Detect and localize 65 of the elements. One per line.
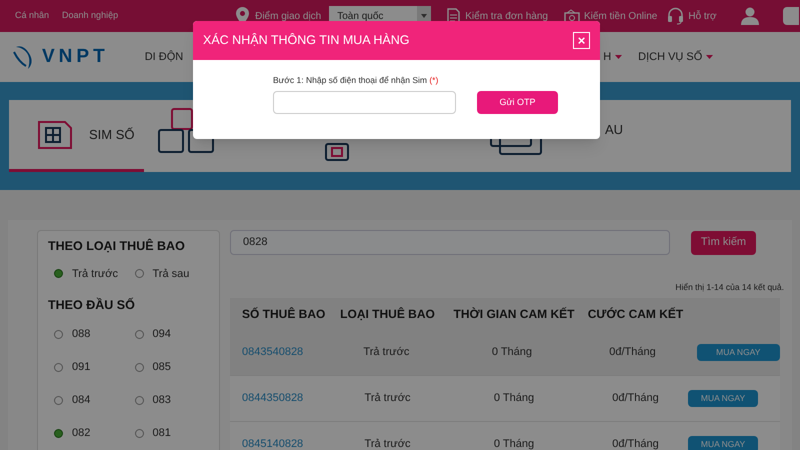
- earn-online-link[interactable]: Kiếm tiền Online: [584, 8, 658, 24]
- radio-option[interactable]: 081: [128, 416, 209, 450]
- column-header: THỜI GIAN CAM KẾT: [452, 306, 576, 323]
- table-cell-text: 0 Tháng: [492, 391, 536, 406]
- phone-number-link[interactable]: 0844350828: [230, 390, 330, 406]
- radio-button[interactable]: [54, 362, 63, 372]
- radio-option[interactable]: 084: [48, 384, 128, 416]
- table-cell-text: Trả trước: [362, 345, 410, 360]
- search-button[interactable]: Tìm kiếm: [691, 230, 756, 254]
- result-count: Hiển thị 1-14 của 14 kết quả.: [674, 281, 784, 294]
- radio-option[interactable]: 085: [128, 350, 209, 384]
- table-cell-text: Trả trước: [364, 391, 412, 406]
- sim-chip-icon: [324, 142, 350, 162]
- radio-button[interactable]: [134, 330, 144, 338]
- table-cell-text: 0đ/Tháng: [611, 437, 660, 450]
- table-cell-text: 0 Tháng: [490, 345, 534, 360]
- sim-card-icon: [37, 120, 73, 150]
- top-link[interactable]: Doanh nghiệp: [62, 9, 118, 23]
- caret-icon: [421, 14, 428, 18]
- table-cell-text: 0đ/Tháng: [608, 345, 657, 360]
- nav-item[interactable]: H: [603, 48, 622, 66]
- radio-option[interactable]: 094: [128, 318, 209, 350]
- filter-heading: THEO LOẠI THUÊ BAO: [48, 238, 186, 255]
- radio-option[interactable]: 082: [48, 416, 128, 450]
- nav-item[interactable]: DỊCH VỤ SỐ: [638, 48, 714, 66]
- radio-button[interactable]: [54, 330, 63, 338]
- radio-button[interactable]: [54, 396, 63, 404]
- table-cell-text: Trả trước: [364, 437, 412, 450]
- store-locator-link[interactable]: Điểm giao dịch: [255, 8, 322, 24]
- column-header: SỐ THUÊ BAO: [241, 306, 326, 323]
- filter-heading: THEO ĐẦU SỐ: [48, 296, 136, 314]
- column-header: CƯỚC CAM KẾT: [586, 306, 684, 323]
- send-otp-button[interactable]: Gửi OTP: [477, 91, 558, 114]
- radio-option[interactable]: Trả sau: [128, 264, 209, 284]
- close-button[interactable]: ×: [573, 32, 590, 49]
- order-check-link[interactable]: Kiểm tra đơn hàng: [465, 8, 548, 24]
- field-label: Bước 1: Nhập số điện thoại để nhận Sim (*): [273, 74, 440, 87]
- support-link[interactable]: Hỗ trợ: [688, 8, 717, 24]
- search-field[interactable]: 0828: [230, 230, 670, 255]
- buy-button[interactable]: MUA NGAY: [688, 436, 758, 450]
- buy-button[interactable]: MUA NGAY: [696, 344, 780, 361]
- radio-option[interactable]: Trả trước: [48, 264, 128, 284]
- radio-button[interactable]: [134, 362, 144, 372]
- modal-title: XÁC NHẬN THÔNG TIN MUA HÀNG: [203, 32, 410, 50]
- radio-option[interactable]: 091: [48, 350, 128, 384]
- radio-button[interactable]: [134, 396, 144, 404]
- phone-input[interactable]: [273, 90, 456, 114]
- phone-number-link[interactable]: 0845140828: [230, 436, 330, 450]
- radio-option[interactable]: 083: [128, 384, 209, 416]
- nav-item[interactable]: DI ĐỘN: [144, 48, 184, 66]
- radio-button[interactable]: [54, 428, 63, 438]
- tab[interactable]: SIM SỐ: [9, 100, 144, 172]
- radio-option[interactable]: 088: [48, 318, 128, 350]
- table-cell-text: 0đ/Tháng: [611, 391, 660, 406]
- headset-icon: [667, 7, 684, 25]
- radio-button[interactable]: [54, 269, 63, 278]
- radio-button[interactable]: [134, 428, 144, 438]
- table-cell-text: 0 Tháng: [492, 437, 536, 450]
- radio-button[interactable]: [134, 269, 144, 278]
- logo-text: VNPT: [42, 44, 109, 69]
- user-icon[interactable]: [740, 7, 759, 25]
- column-header: LOẠI THUÊ BAO: [339, 306, 436, 323]
- cards-icon: [158, 108, 216, 154]
- buy-button[interactable]: MUA NGAY: [688, 390, 758, 407]
- top-link[interactable]: Cá nhân: [15, 9, 50, 23]
